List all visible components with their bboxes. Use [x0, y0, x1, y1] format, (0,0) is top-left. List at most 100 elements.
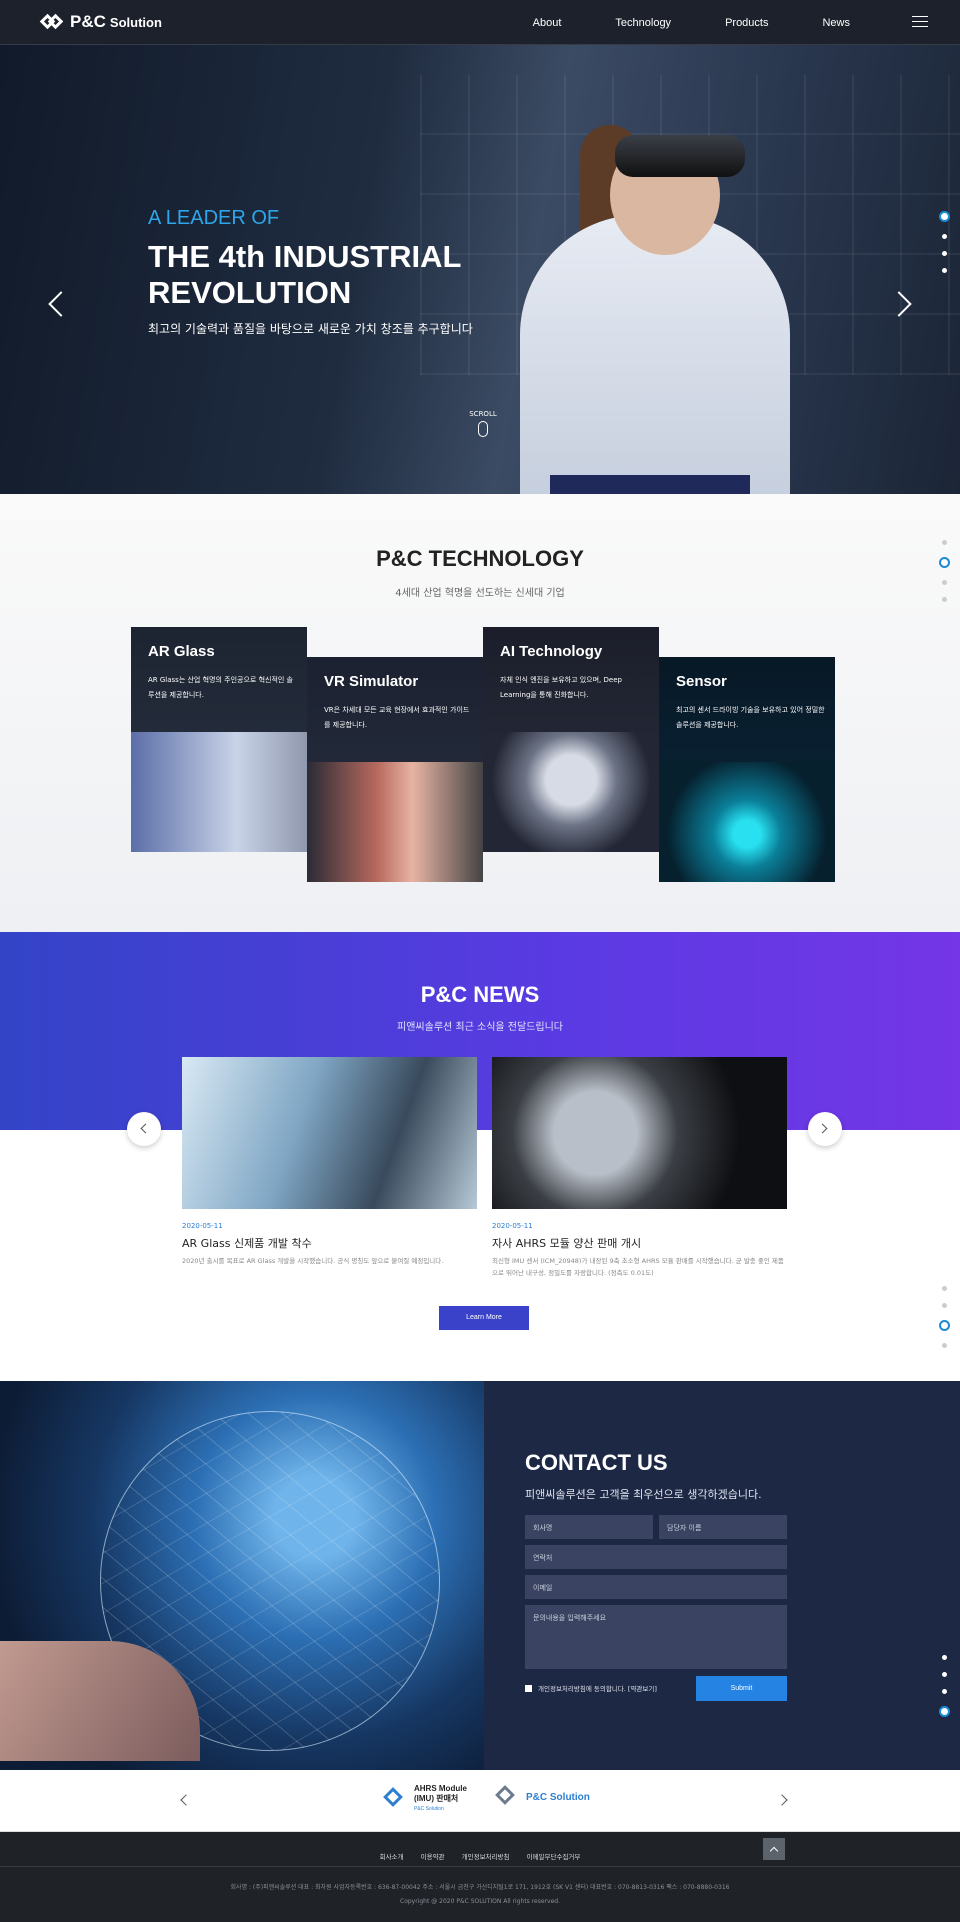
tech-card-sensor[interactable]: Sensor 최고의 센서 드라이빙 기술을 보유하고 있어 정밀한 솔루션을 …: [659, 657, 835, 882]
news-card[interactable]: 2020-05-11 자사 AHRS 모듈 양산 판매 개시 최신형 IMU 센…: [492, 1057, 787, 1279]
card-image: [131, 732, 307, 852]
partner-pc-label: P&C Solution: [526, 1791, 590, 1803]
mouse-icon: [478, 421, 488, 437]
card-desc: 자체 인식 엔진을 보유하고 있으며, Deep Learning을 통해 진화…: [500, 676, 622, 699]
section-nav: [939, 534, 950, 608]
section-nav-dot[interactable]: [942, 1343, 947, 1348]
card-desc: AR Glass는 산업 혁명의 주인공으로 혁신적인 솔루션을 제공합니다.: [148, 676, 293, 699]
section-nav: [939, 1280, 950, 1354]
card-desc: VR은 차세대 모든 교육 현장에서 효과적인 가이드를 제공합니다.: [324, 706, 470, 729]
partner-ahrs-line1: AHRS Module: [414, 1784, 467, 1793]
news-title[interactable]: AR Glass 신제품 개발 착수: [182, 1235, 477, 1251]
news-title[interactable]: 자사 AHRS 모듈 양산 판매 개시: [492, 1235, 787, 1251]
scroll-top-button[interactable]: [763, 1838, 785, 1860]
section-nav-dot[interactable]: [939, 1320, 950, 1331]
technology-title: P&C TECHNOLOGY: [376, 546, 584, 571]
card-image: [659, 762, 835, 882]
card-title: AI Technology: [500, 643, 603, 660]
news-date: 2020-05-11: [492, 1222, 533, 1230]
nav-products[interactable]: Products: [725, 17, 768, 29]
section-nav-dot[interactable]: [939, 1706, 950, 1717]
learn-more-button[interactable]: Learn More: [439, 1306, 529, 1330]
scroll-label: SCROLL: [469, 410, 497, 418]
logo-sub: Solution: [109, 14, 162, 30]
section-nav-dot[interactable]: [942, 540, 947, 545]
footer-company-info: 회사명 : (주)피앤씨솔루션 대표 : 최차원 사업자등록번호 : 636-8…: [230, 1884, 730, 1891]
technology-section: P&C TECHNOLOGY 4세대 산업 혁명을 선도하는 신세대 기업 AR…: [0, 494, 960, 932]
footer-divider: [0, 1866, 960, 1867]
tech-card-ai-technology[interactable]: AI Technology 자체 인식 엔진을 보유하고 있으며, Deep L…: [483, 627, 659, 852]
page: P&C Solution About Technology Products N…: [0, 0, 960, 1922]
section-nav-dot[interactable]: [942, 1286, 947, 1291]
email-field[interactable]: 이메일: [525, 1575, 787, 1599]
main-nav: About Technology Products News: [479, 0, 850, 45]
nav-news[interactable]: News: [822, 17, 850, 29]
logo-mark-icon: [39, 10, 64, 34]
section-nav-dot[interactable]: [942, 1689, 947, 1694]
partner-next-icon[interactable]: [776, 1794, 788, 1806]
hero-image-ar-woman: [480, 75, 810, 494]
hero-tag: A LEADER OF: [148, 207, 280, 229]
phone-field[interactable]: 연락처: [525, 1545, 787, 1569]
logo[interactable]: P&C Solution: [39, 10, 162, 34]
partner-banner: AHRS Module (IMU) 판매처 P&C Solution P&C S…: [0, 1770, 960, 1832]
news-image: [492, 1057, 787, 1209]
hero-slider: A LEADER OF THE 4th INDUSTRIAL REVOLUTIO…: [0, 45, 960, 494]
nav-technology[interactable]: Technology: [615, 17, 671, 29]
section-nav-dot[interactable]: [942, 251, 947, 256]
card-image: [483, 732, 659, 852]
section-nav-dot[interactable]: [942, 597, 947, 602]
hamburger-menu-icon[interactable]: [912, 16, 928, 28]
hero-title: THE 4th INDUSTRIAL REVOLUTION: [148, 239, 461, 310]
site-header: P&C Solution About Technology Products N…: [0, 0, 960, 45]
nav-about[interactable]: About: [533, 17, 562, 29]
news-date: 2020-05-11: [182, 1222, 223, 1230]
contact-section: CONTACT US 피앤씨솔루션은 고객을 최우선으로 생각하겠습니다. 회사…: [0, 1381, 960, 1770]
news-next-button[interactable]: [808, 1112, 842, 1146]
section-nav-dot[interactable]: [942, 268, 947, 273]
news-prev-button[interactable]: [127, 1112, 161, 1146]
partner-pc-solution[interactable]: P&C Solution: [494, 1784, 590, 1810]
footer-links: 회사소개 이용약관 개인정보처리방침 이메일무단수집거부: [0, 1844, 960, 1863]
contact-name-field[interactable]: 담당자 이름: [659, 1515, 787, 1539]
section-nav-dot[interactable]: [942, 1303, 947, 1308]
card-title: AR Glass: [148, 643, 215, 660]
contact-subtitle: 피앤씨솔루션은 고객을 최우선으로 생각하겠습니다.: [525, 1488, 762, 1501]
footer-link-email-policy[interactable]: 이메일무단수집거부: [527, 1853, 581, 1861]
privacy-agree: 개인정보처리방침에 동의합니다. [약관보기]: [525, 1683, 657, 1693]
partner-ahrs[interactable]: AHRS Module (IMU) 판매처 P&C Solution: [382, 1784, 467, 1814]
card-image: [307, 762, 483, 882]
company-field[interactable]: 회사명: [525, 1515, 653, 1539]
contact-title: CONTACT US: [525, 1450, 668, 1475]
news-card[interactable]: 2020-05-11 AR Glass 신제품 개발 착수 2020년 출시를 …: [182, 1057, 477, 1267]
section-nav: [939, 1649, 950, 1723]
logo-text: P&C: [70, 12, 106, 31]
submit-button[interactable]: Submit: [696, 1676, 787, 1701]
privacy-checkbox[interactable]: [525, 1684, 532, 1692]
footer-link-terms[interactable]: 이용약관: [421, 1853, 445, 1861]
privacy-agree-label[interactable]: 개인정보처리방침에 동의합니다. [약관보기]: [538, 1683, 657, 1693]
footer-link-privacy[interactable]: 개인정보처리방침: [462, 1853, 510, 1861]
partner-ahrs-small: P&C Solution: [414, 1806, 444, 1812]
scroll-indicator[interactable]: SCROLL: [468, 410, 498, 437]
section-nav: [939, 205, 950, 279]
section-nav-dot[interactable]: [942, 580, 947, 585]
hero-prev-arrow-icon[interactable]: [48, 291, 74, 317]
news-image: [182, 1057, 477, 1209]
partner-logo-icon: [382, 1786, 408, 1812]
section-nav-dot[interactable]: [939, 557, 950, 568]
card-title: VR Simulator: [324, 673, 419, 690]
news-title: P&C NEWS: [420, 982, 540, 1007]
message-field[interactable]: 문의내용을 입력해주세요: [525, 1605, 787, 1669]
tech-card-ar-glass[interactable]: AR Glass AR Glass는 산업 혁명의 주인공으로 혁신적인 솔루션…: [131, 627, 307, 852]
section-nav-dot[interactable]: [942, 1672, 947, 1677]
contact-globe-image: [0, 1381, 484, 1770]
tech-card-vr-simulator[interactable]: VR Simulator VR은 차세대 모든 교육 현장에서 효과적인 가이드…: [307, 657, 483, 882]
section-nav-dot[interactable]: [942, 1655, 947, 1660]
partner-prev-icon[interactable]: [180, 1794, 192, 1806]
section-nav-dot[interactable]: [942, 234, 947, 239]
footer-copyright: Copyright @ 2020 P&C SOLUTION All rights…: [400, 1898, 560, 1905]
section-nav-dot[interactable]: [939, 211, 950, 222]
footer-link-about[interactable]: 회사소개: [380, 1853, 404, 1861]
partner-ahrs-line2: (IMU) 판매처: [414, 1794, 459, 1803]
